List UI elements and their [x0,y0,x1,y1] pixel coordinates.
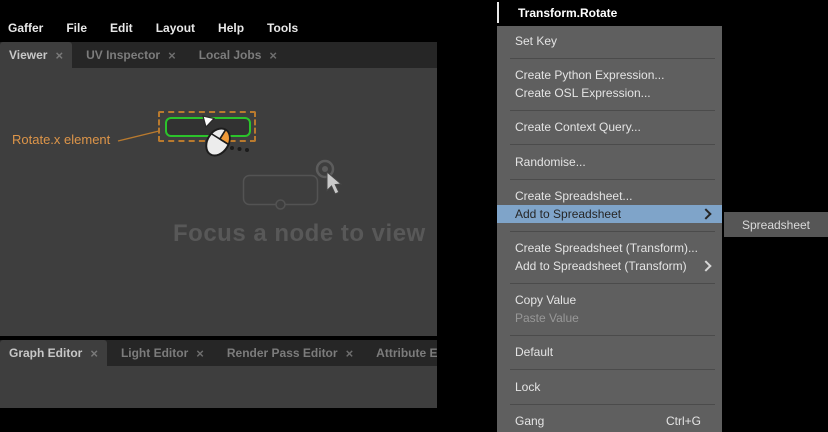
tab-render-pass-editor[interactable]: Render Pass Editor × [218,340,362,366]
close-icon[interactable]: × [168,49,176,62]
node-output-port[interactable] [276,200,285,209]
annotation-label: Rotate.x element [12,132,110,147]
menu-item-default[interactable]: Default [497,344,722,362]
tab-attribute-editor[interactable]: Attribute Editor × [367,340,437,366]
viewer-panel: Focus a node to view Rotate.x element [0,68,437,336]
menu-separator [510,335,715,336]
viewer-placeholder-text: Focus a node to view [173,220,426,248]
menu-separator [510,283,715,284]
tab-light-editor[interactable]: Light Editor × [112,340,213,366]
menu-file[interactable]: File [66,21,87,35]
menu-layout[interactable]: Layout [156,21,195,35]
menu-header-edge [497,2,499,23]
submenu-arrow-icon [700,260,711,271]
tab-attribute-editor-label: Attribute Editor [376,346,437,360]
menu-item-shortcut: Ctrl+G [666,414,714,428]
context-menu-title-text: Transform.Rotate [518,6,617,20]
context-menu: Transform.Rotate Set Key Create Python E… [497,0,722,432]
graph-editor-panel [0,366,437,408]
menu-item-create-python-expression[interactable]: Create Python Expression... [497,67,722,85]
tab-viewer-label: Viewer [9,48,47,62]
menu-item-create-spreadsheet-transform[interactable]: Create Spreadsheet (Transform)... [497,240,722,258]
menu-item-add-to-spreadsheet-transform[interactable]: Add to Spreadsheet (Transform) [497,257,722,275]
menu-gaffer[interactable]: Gaffer [8,21,43,35]
menu-separator [510,404,715,405]
annotation-connector-line [118,131,159,141]
menu-item-add-to-spreadsheet[interactable]: Add to Spreadsheet [497,205,722,223]
menu-separator [510,179,715,180]
menu-item-label: Gang [515,414,544,428]
gaffer-window: Gaffer File Edit Layout Help Tools Viewe… [0,0,437,408]
menu-tools[interactable]: Tools [267,21,298,35]
tab-render-pass-editor-label: Render Pass Editor [227,346,338,360]
viewer-illustration [0,68,437,336]
menu-item-gang[interactable]: Gang Ctrl+G [497,413,722,431]
close-icon[interactable]: × [90,347,98,360]
context-menu-title: Transform.Rotate [497,0,722,26]
menu-bar: Gaffer File Edit Layout Help Tools [0,0,437,42]
tab-local-jobs[interactable]: Local Jobs × [190,42,286,68]
spreadsheet-submenu: Spreadsheet [724,212,828,237]
menu-separator [510,144,715,145]
submenu-arrow-icon [700,208,711,219]
menu-item-label: Add to Spreadsheet (Transform) [515,259,687,273]
close-icon[interactable]: × [196,347,204,360]
menu-separator [510,58,715,59]
context-menu-body: Set Key Create Python Expression... Crea… [497,26,722,432]
top-tab-bar: Viewer × UV Inspector × Local Jobs × [0,42,437,68]
wireframe-node[interactable] [244,176,318,210]
menu-item-randomise[interactable]: Randomise... [497,153,722,171]
focus-ring-icon [317,161,333,177]
menu-edit[interactable]: Edit [110,21,133,35]
close-icon[interactable]: × [269,49,277,62]
ellipsis-dots [230,146,249,152]
menu-separator [510,110,715,111]
menu-item-label: Add to Spreadsheet [515,207,621,221]
tab-light-editor-label: Light Editor [121,346,188,360]
screenshot-root: Gaffer File Edit Layout Help Tools Viewe… [0,0,828,432]
close-icon[interactable]: × [55,49,63,62]
tab-uv-inspector-label: UV Inspector [86,48,160,62]
tab-uv-inspector[interactable]: UV Inspector × [77,42,185,68]
menu-item-paste-value: Paste Value [497,309,722,327]
menu-help[interactable]: Help [218,21,244,35]
pointer-cursor-icon [327,172,341,194]
menu-item-create-spreadsheet[interactable]: Create Spreadsheet... [497,188,722,206]
rotate-x-plug-field[interactable] [165,117,251,137]
tab-graph-editor[interactable]: Graph Editor × [0,340,107,366]
menu-item-copy-value[interactable]: Copy Value [497,292,722,310]
menu-separator [510,231,715,232]
tab-viewer[interactable]: Viewer × [0,42,72,68]
menu-item-create-context-query[interactable]: Create Context Query... [497,119,722,137]
menu-item-set-key[interactable]: Set Key [497,32,722,50]
submenu-item-spreadsheet[interactable]: Spreadsheet [724,212,828,237]
menu-item-create-osl-expression[interactable]: Create OSL Expression... [497,84,722,102]
menu-item-lock[interactable]: Lock [497,378,722,396]
bottom-tab-bar: Graph Editor × Light Editor × Render Pas… [0,340,437,366]
tab-graph-editor-label: Graph Editor [9,346,82,360]
tab-local-jobs-label: Local Jobs [199,48,262,62]
close-icon[interactable]: × [346,347,354,360]
menu-separator [510,369,715,370]
